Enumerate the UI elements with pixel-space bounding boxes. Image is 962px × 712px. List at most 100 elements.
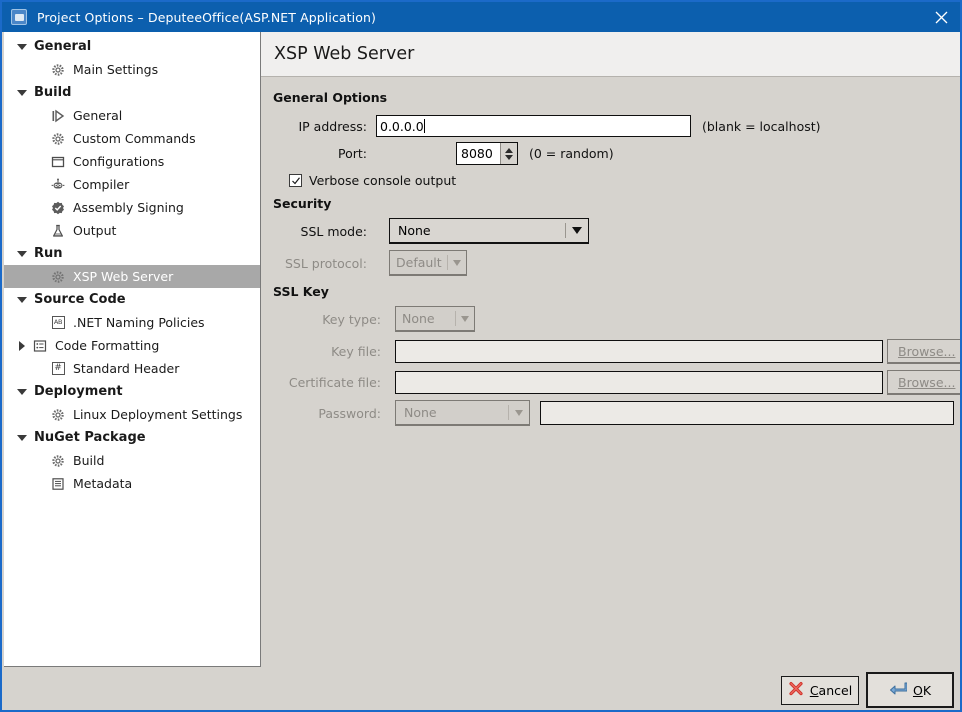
- options-tree[interactable]: General Main Settings Build General Custom C…: [4, 32, 260, 495]
- cancel-rest: ancel: [818, 683, 853, 698]
- key-file-browse-label: Browse...: [898, 343, 956, 359]
- sidebar-item-deployment[interactable]: Deployment: [4, 380, 260, 403]
- verbose-console-output-checkbox[interactable]: [289, 174, 302, 187]
- sidebar-item-label: Code Formatting: [55, 338, 160, 353]
- sidebar-item-label: General: [34, 39, 92, 54]
- ssl-mode-dropdown[interactable]: None: [389, 218, 589, 244]
- robot-icon: [50, 177, 66, 193]
- key-type-dropdown[interactable]: None: [395, 306, 475, 332]
- sidebar-item-output[interactable]: Output: [4, 219, 260, 242]
- app-window-icon: [11, 9, 27, 25]
- ok-button[interactable]: OK: [866, 672, 954, 708]
- hash-box-icon: #: [50, 361, 66, 377]
- sidebar-item-label: Standard Header: [73, 361, 180, 376]
- sidebar-item-custom-commands[interactable]: Custom Commands: [4, 127, 260, 150]
- sidebar-item-xsp-web-server[interactable]: XSP Web Server: [4, 265, 260, 288]
- certificate-file-browse-button[interactable]: Browse...: [887, 370, 960, 395]
- chevron-down-icon[interactable]: [509, 401, 529, 424]
- ssl-protocol-label: SSL protocol:: [284, 255, 367, 271]
- sidebar-item-nuget-package[interactable]: NuGet Package: [4, 426, 260, 449]
- ip-address-value: 0.0.0.0: [380, 118, 424, 134]
- cancel-button-label: Cancel: [810, 683, 852, 698]
- chevron-down-icon[interactable]: [566, 219, 588, 242]
- key-file-label: Key file:: [331, 344, 381, 359]
- sidebar-item-assembly-signing[interactable]: Assembly Signing: [4, 196, 260, 219]
- sidebar-item-run[interactable]: Run: [4, 242, 260, 265]
- spin-up-icon[interactable]: [505, 147, 513, 153]
- ssl-mode-row: SSL mode: None: [273, 218, 589, 244]
- sidebar-item-linux-deployment-settings[interactable]: Linux Deployment Settings: [4, 403, 260, 426]
- ab-box-icon: AB: [50, 315, 66, 331]
- sidebar-item-configurations[interactable]: Configurations: [4, 150, 260, 173]
- password-mode-dropdown[interactable]: None: [395, 400, 530, 426]
- ok-accel: O: [912, 682, 923, 698]
- port-stepper[interactable]: 8080: [456, 142, 518, 165]
- certificate-file-browse-label: Browse...: [898, 374, 956, 390]
- title-bar: Project Options – DeputeeOffice(ASP.NET …: [2, 2, 960, 32]
- spin-down-icon[interactable]: [505, 154, 513, 160]
- sidebar-item-label: Compiler: [73, 177, 130, 192]
- close-icon[interactable]: [918, 2, 960, 32]
- gear-icon: [50, 269, 66, 285]
- verbose-console-output-checkbox-row[interactable]: Verbose console output: [289, 173, 456, 188]
- sidebar-item-main-settings[interactable]: Main Settings: [4, 58, 260, 81]
- chevron-down-icon[interactable]: [456, 307, 474, 330]
- ip-address-label: IP address:: [298, 118, 367, 134]
- red-x-icon: [788, 681, 804, 700]
- sidebar-item-label: Linux Deployment Settings: [73, 407, 243, 422]
- sidebar-item-build[interactable]: Build: [4, 449, 260, 472]
- chevron-down-icon[interactable]: [14, 39, 30, 55]
- sidebar-item-code-formatting[interactable]: Code Formatting: [4, 334, 260, 357]
- certificate-file-input[interactable]: [395, 371, 883, 394]
- chevron-down-icon[interactable]: [14, 384, 30, 400]
- sidebar-item-label: Assembly Signing: [73, 200, 184, 215]
- options-sidebar[interactable]: General Main Settings Build General Custom C…: [4, 32, 261, 667]
- password-mode-value: None: [404, 405, 437, 420]
- chevron-down-icon[interactable]: [14, 292, 30, 308]
- sidebar-item-general[interactable]: General: [4, 35, 260, 58]
- gear-icon: [50, 62, 66, 78]
- cancel-accel: C: [809, 683, 819, 698]
- document-box-icon: [50, 476, 66, 492]
- chevron-right-icon[interactable]: [14, 338, 30, 354]
- ssl-protocol-value: Default: [396, 255, 442, 270]
- chevron-down-icon[interactable]: [448, 251, 466, 274]
- port-value: 8080: [461, 146, 493, 161]
- sidebar-item-label: NuGet Package: [34, 430, 146, 445]
- sidebar-item-compiler[interactable]: Compiler: [4, 173, 260, 196]
- ip-address-row: IP address: 0.0.0.0 (blank = localhost): [273, 115, 821, 137]
- ssl-protocol-dropdown[interactable]: Default: [389, 250, 467, 276]
- chevron-down-icon[interactable]: [14, 430, 30, 446]
- key-file-input[interactable]: [395, 340, 883, 363]
- password-label: Password:: [318, 405, 381, 421]
- cancel-button[interactable]: Cancel: [781, 676, 859, 705]
- sidebar-item-metadata[interactable]: Metadata: [4, 472, 260, 495]
- chevron-down-icon[interactable]: [14, 85, 30, 101]
- verbose-console-output-label: Verbose console output: [309, 173, 457, 188]
- sidebar-item-net-naming-policies[interactable]: AB .NET Naming Policies: [4, 311, 260, 334]
- key-type-value: None: [402, 311, 435, 326]
- key-file-browse-button[interactable]: Browse...: [887, 339, 960, 364]
- ip-address-input[interactable]: 0.0.0.0: [376, 115, 691, 137]
- sidebar-item-build[interactable]: Build: [4, 81, 260, 104]
- port-spin-arrows[interactable]: [500, 143, 517, 164]
- sidebar-item-standard-header[interactable]: # Standard Header: [4, 357, 260, 380]
- sidebar-item-general[interactable]: General: [4, 104, 260, 127]
- sidebar-item-source-code[interactable]: Source Code: [4, 288, 260, 311]
- ssl-protocol-row: SSL protocol: Default: [273, 250, 467, 276]
- password-input[interactable]: [540, 401, 954, 425]
- certificate-file-label: Certificate file:: [288, 375, 381, 390]
- ssl-mode-label: SSL mode:: [300, 223, 367, 239]
- sidebar-item-label: Build: [73, 453, 105, 468]
- port-hint: (0 = random): [529, 146, 614, 161]
- security-heading: Security: [273, 196, 332, 211]
- certificate-file-row: Certificate file: Browse...: [273, 370, 960, 395]
- ok-button-label: OK: [913, 683, 931, 698]
- chevron-down-icon[interactable]: [14, 246, 30, 262]
- ip-address-hint: (blank = localhost): [702, 118, 821, 134]
- window-title: Project Options – DeputeeOffice(ASP.NET …: [37, 9, 377, 25]
